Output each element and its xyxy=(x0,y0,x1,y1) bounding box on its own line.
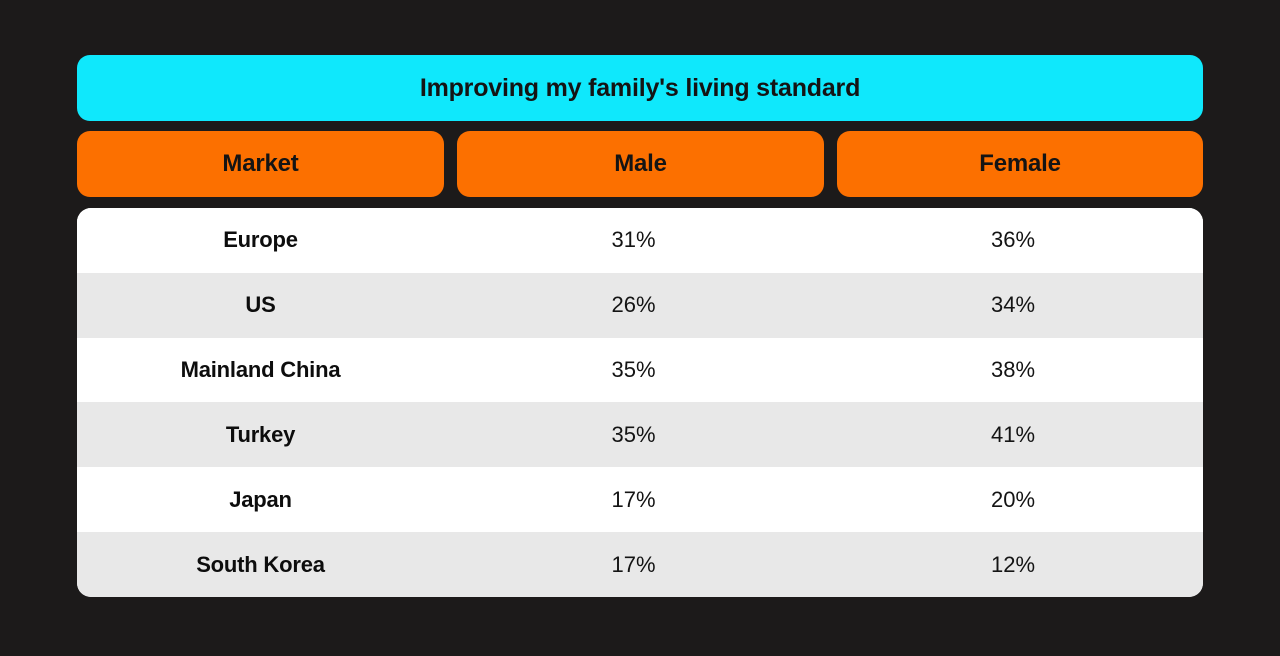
cell-male: 31% xyxy=(611,227,656,253)
cell-male: 26% xyxy=(611,292,656,318)
cell-male: 17% xyxy=(611,486,656,512)
table-row[interactable]: Turkey 35% 41% xyxy=(77,402,1203,468)
cell-market: Turkey xyxy=(225,421,296,447)
table-row[interactable]: Japan 17% 20% xyxy=(77,467,1203,533)
column-header-market[interactable]: Market xyxy=(77,131,444,197)
cell-male: 35% xyxy=(611,421,656,447)
cell-male: 17% xyxy=(611,551,656,577)
column-header-row: Market Male Female xyxy=(77,131,1203,197)
column-header-female[interactable]: Female xyxy=(837,131,1203,197)
table-row[interactable]: Mainland China 35% 38% xyxy=(77,337,1203,403)
data-table: Europe 31% 36% US 26% 34% Mainland China… xyxy=(77,208,1203,597)
column-header-market-label: Market xyxy=(222,150,299,177)
table-graphic: Improving my family's living standard Ma… xyxy=(0,0,1280,656)
title-banner: Improving my family's living standard xyxy=(77,55,1203,121)
table-row[interactable]: US 26% 34% xyxy=(77,272,1203,338)
cell-female: 20% xyxy=(990,486,1036,512)
cell-male: 35% xyxy=(611,357,656,383)
cell-female: 12% xyxy=(990,551,1036,577)
cell-market: South Korea xyxy=(196,551,325,577)
cell-female: 36% xyxy=(990,227,1036,253)
table-row[interactable]: South Korea 17% 12% xyxy=(77,532,1203,597)
cell-market: Japan xyxy=(229,486,292,512)
cell-female: 34% xyxy=(990,292,1036,318)
column-header-male[interactable]: Male xyxy=(457,131,824,197)
cell-female: 38% xyxy=(990,357,1036,383)
column-header-male-label: Male xyxy=(614,150,667,177)
cell-market: Europe xyxy=(223,227,298,253)
cell-market: Mainland China xyxy=(180,357,341,383)
table-row[interactable]: Europe 31% 36% xyxy=(77,208,1203,273)
cell-market: US xyxy=(245,292,276,318)
column-header-female-label: Female xyxy=(979,150,1061,177)
page-title: Improving my family's living standard xyxy=(419,73,861,102)
cell-female: 41% xyxy=(990,421,1036,447)
